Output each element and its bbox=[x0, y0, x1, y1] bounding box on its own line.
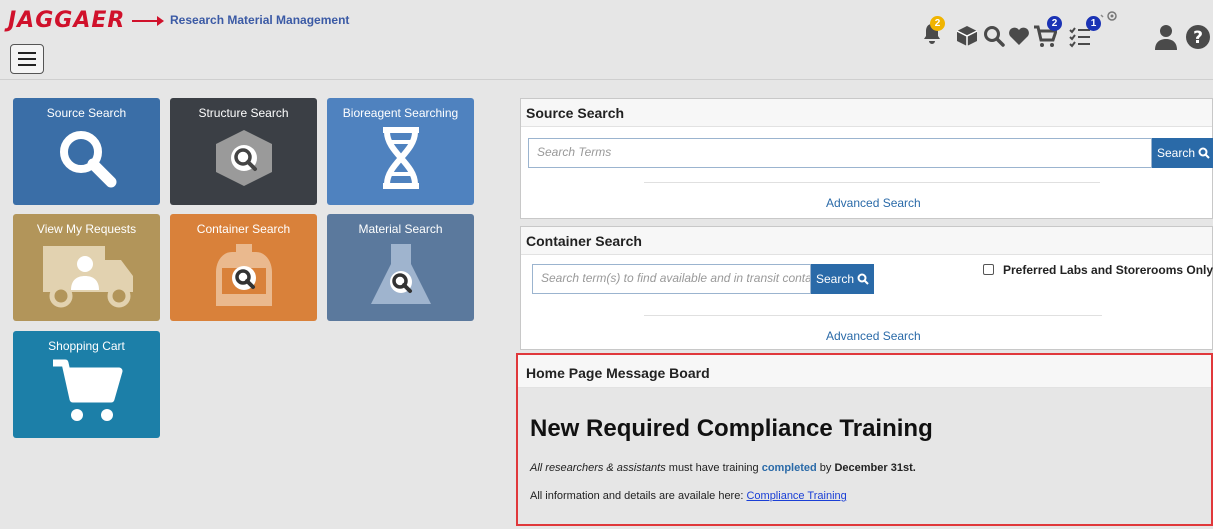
source-search-button[interactable]: Search bbox=[1152, 138, 1213, 168]
search-button-label: Search bbox=[816, 272, 855, 286]
user-profile-button[interactable] bbox=[1155, 24, 1177, 55]
globe-icon bbox=[1100, 11, 1117, 21]
menu-bar-line bbox=[18, 64, 36, 66]
search-icon bbox=[59, 131, 116, 188]
magnifier-icon bbox=[984, 26, 1005, 47]
tasks-button[interactable]: 1 bbox=[1068, 16, 1101, 50]
notification-badge: 2 bbox=[930, 16, 945, 31]
flask-icon bbox=[370, 244, 431, 304]
tile-material-search[interactable]: Material Search bbox=[327, 214, 474, 321]
tasks-badge: 1 bbox=[1086, 16, 1101, 31]
search-icon bbox=[857, 273, 869, 285]
message-title: New Required Compliance Training bbox=[530, 415, 933, 442]
tile-source-search[interactable]: Source Search bbox=[13, 98, 160, 205]
tile-bioreagent-searching[interactable]: Bioreagent Searching bbox=[327, 98, 474, 205]
container-search-panel: Container Search Search term(s) to find … bbox=[520, 226, 1213, 350]
panel-heading: Source Search bbox=[521, 99, 1212, 127]
search-button[interactable] bbox=[983, 25, 1005, 52]
tile-label: Container Search bbox=[196, 222, 291, 236]
message-board-panel: Home Page Message Board New Required Com… bbox=[516, 353, 1213, 526]
menu-bar-line bbox=[18, 58, 36, 60]
app-title: Research Material Management bbox=[170, 13, 350, 27]
message-text: All information and details are availale… bbox=[530, 490, 747, 502]
search-button-label: Search bbox=[1157, 146, 1196, 160]
divider bbox=[644, 182, 1100, 183]
message-emphasis: completed bbox=[761, 462, 817, 474]
tile-shopping-cart[interactable]: Shopping Cart bbox=[13, 331, 160, 438]
compliance-training-link[interactable]: Compliance Training bbox=[746, 490, 846, 502]
tile-label: Source Search bbox=[46, 106, 127, 120]
notifications-button[interactable]: 2 bbox=[922, 16, 946, 48]
preferred-labs-label[interactable]: Preferred Labs and Storerooms Only bbox=[1003, 263, 1213, 277]
tile-view-my-requests[interactable]: View My Requests bbox=[13, 214, 160, 321]
molecule-box-icon bbox=[215, 130, 272, 186]
help-button[interactable]: ? bbox=[1185, 24, 1211, 55]
message-audience: All researchers & assistants bbox=[530, 462, 666, 474]
logo-arrow-icon bbox=[132, 16, 164, 26]
cart-icon bbox=[52, 359, 122, 421]
message-line-info: All information and details are availale… bbox=[530, 490, 847, 502]
menu-bar-line bbox=[18, 52, 36, 54]
tile-container-search[interactable]: Container Search bbox=[170, 214, 317, 321]
message-board-heading: Home Page Message Board bbox=[526, 365, 710, 381]
panel-heading: Container Search bbox=[521, 227, 1212, 255]
source-advanced-search-link[interactable]: Advanced Search bbox=[826, 196, 921, 210]
source-search-input[interactable]: Search Terms bbox=[528, 138, 1152, 168]
cart-button[interactable]: 2 bbox=[1033, 16, 1062, 50]
cart-badge: 2 bbox=[1047, 16, 1062, 31]
container-search-input[interactable]: Search term(s) to find available and in … bbox=[532, 264, 811, 294]
hamburger-menu-button[interactable] bbox=[10, 44, 44, 74]
container-search-button[interactable]: Search bbox=[811, 264, 875, 294]
message-text: by bbox=[816, 462, 835, 474]
dna-icon bbox=[382, 127, 419, 189]
tile-label: Shopping Cart bbox=[48, 339, 125, 353]
tile-label: Bioreagent Searching bbox=[342, 106, 459, 120]
message-text: must have training bbox=[665, 462, 762, 474]
container-icon bbox=[215, 244, 272, 306]
search-icon bbox=[1198, 147, 1210, 159]
favorites-button[interactable] bbox=[1008, 26, 1030, 51]
preferred-labs-checkbox[interactable] bbox=[983, 264, 994, 275]
svg-text:?: ? bbox=[1193, 28, 1203, 48]
tile-structure-search[interactable]: Structure Search bbox=[170, 98, 317, 205]
box-icon bbox=[956, 26, 978, 46]
language-button[interactable] bbox=[1100, 10, 1120, 29]
source-search-panel: Source Search Search Terms Search Advanc… bbox=[520, 98, 1213, 219]
divider bbox=[644, 315, 1102, 316]
container-advanced-search-link[interactable]: Advanced Search bbox=[826, 329, 921, 343]
orders-button[interactable] bbox=[956, 25, 978, 52]
tile-label: Structure Search bbox=[198, 106, 289, 120]
user-icon bbox=[1155, 25, 1177, 50]
message-line-training: All researchers & assistants must have t… bbox=[530, 462, 916, 474]
truck-icon bbox=[42, 246, 133, 308]
help-icon: ? bbox=[1186, 25, 1210, 49]
tile-label: Material Search bbox=[358, 222, 443, 236]
jaggaer-logo[interactable]: JAGGAER bbox=[8, 8, 125, 33]
app-header: JAGGAER Research Material Management 2 2… bbox=[0, 0, 1213, 80]
message-deadline: December 31st. bbox=[834, 462, 916, 474]
tile-label: View My Requests bbox=[36, 222, 137, 236]
heart-icon bbox=[1009, 27, 1029, 45]
